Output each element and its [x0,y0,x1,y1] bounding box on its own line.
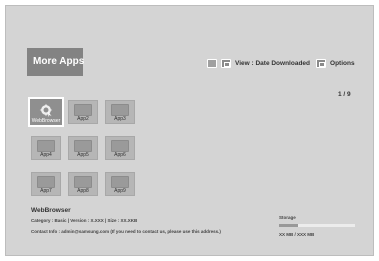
app-tile[interactable]: App6 [105,136,135,160]
app-thumbnail [111,140,129,152]
gear-icon [39,103,53,117]
app-label: App8 [77,188,89,194]
selected-app-details: Category : Basic | Version : X.XXX | Siz… [31,218,138,223]
app-label: App9 [114,188,126,194]
view-sort-label[interactable]: View : Date Downloaded [235,60,310,67]
app-thumbnail [74,140,92,152]
blank-button-icon [207,58,217,68]
options-key-icon[interactable] [316,58,327,68]
storage-bar-fill [279,224,298,227]
app-thumbnail [111,104,129,116]
page-indicator: 1 / 9 [338,91,351,98]
app-thumbnail [74,176,92,188]
app-thumbnail [37,140,55,152]
contact-info: Contact Info : admin@samsung.com (If you… [31,229,221,234]
app-label: App5 [77,152,89,158]
app-tile-webbrowser[interactable]: WebBrowser [28,97,64,127]
storage-value: XX MB / XXX MB [279,232,315,237]
app-label: App7 [40,188,52,194]
toolbar: View : Date Downloaded Options [207,57,355,69]
app-label: WebBrowser [31,118,61,124]
app-label: App6 [114,152,126,158]
app-thumbnail [111,176,129,188]
app-tile[interactable]: App4 [31,136,61,160]
app-tile[interactable]: App3 [105,100,135,124]
app-label: App3 [114,116,126,122]
storage-label: Storage [279,215,296,220]
app-label: App4 [40,152,52,158]
app-tile[interactable]: App9 [105,172,135,196]
storage-bar [279,224,355,227]
view-key-icon[interactable] [221,58,231,68]
page-title: More Apps [27,48,84,76]
app-tile[interactable]: App2 [68,100,98,124]
app-grid: WebBrowser App2 App3 App4 App5 App6 App7… [28,97,135,196]
app-tile[interactable]: App8 [68,172,98,196]
app-tile[interactable]: App7 [31,172,61,196]
app-thumbnail [37,176,55,188]
app-thumbnail [74,104,92,116]
app-tile[interactable]: App5 [68,136,98,160]
selected-app-name: WebBrowser [31,207,71,214]
options-label[interactable]: Options [330,60,355,67]
app-label: App2 [77,116,89,122]
